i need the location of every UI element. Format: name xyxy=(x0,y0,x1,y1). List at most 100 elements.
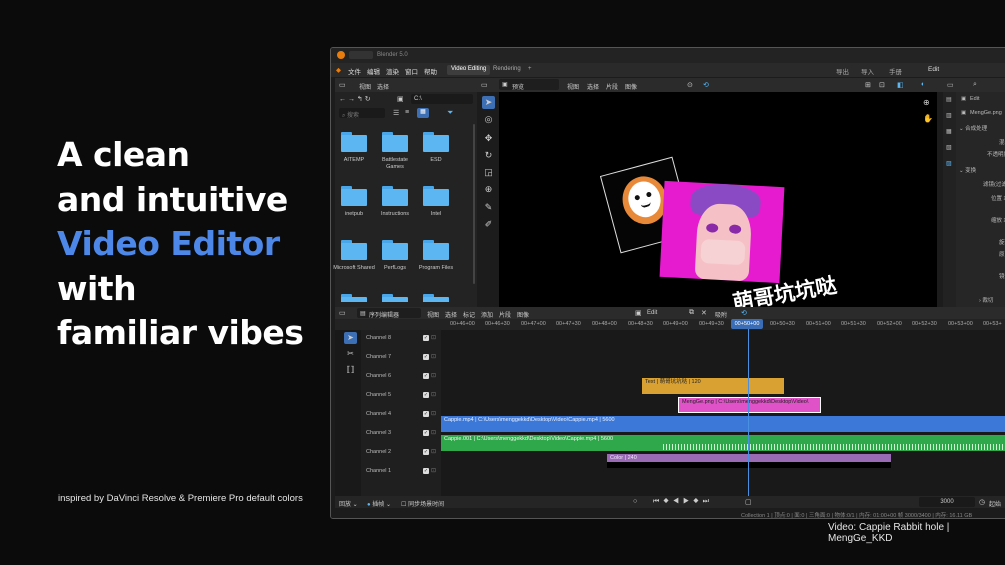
preview-menu-view[interactable]: 视图 xyxy=(567,82,579,91)
color-strip[interactable]: Color | 240 xyxy=(607,454,891,468)
playhead-line[interactable] xyxy=(748,324,749,496)
preview-canvas[interactable]: 萌哥坑坑哒 ⊕ ✋ ⌃ xyxy=(499,92,937,332)
slip-tool-icon[interactable]: ⟦⟧ xyxy=(344,364,357,376)
seq-select-tool-icon[interactable]: ➤ xyxy=(344,332,357,344)
blade-tool-icon[interactable]: ✂ xyxy=(344,348,357,360)
edit-mode-button[interactable]: Edit xyxy=(928,66,939,73)
jump-start-icon[interactable]: ⏮ xyxy=(653,498,660,505)
movie-strip[interactable]: Cappie.mp4 | C:\Users\menggekkd\Desktop\… xyxy=(441,416,1005,432)
image-strip[interactable]: MengGe.png | C:\Users\menggekkd\Desktop\… xyxy=(678,397,821,413)
move-tool-icon[interactable]: ✥ xyxy=(482,132,495,145)
frame-field[interactable]: 3000 xyxy=(919,497,975,507)
fb-menu-view[interactable]: 视图 xyxy=(359,82,371,91)
folder-icon[interactable] xyxy=(382,294,408,302)
fb-menu-select[interactable]: 选择 xyxy=(377,82,389,91)
compositing-section[interactable]: ⌄ 合成处理 xyxy=(959,124,987,132)
menu-render[interactable]: 渲染 xyxy=(386,66,399,76)
modifier-tab-icon[interactable]: ▦ xyxy=(946,128,952,135)
snap-icon[interactable]: ⟲ xyxy=(703,81,709,89)
lock-icon[interactable]: ⊡ xyxy=(431,429,436,436)
file-search-input[interactable]: ⌕ 搜索 xyxy=(339,108,385,119)
refresh-icon[interactable]: ↻ xyxy=(365,96,371,103)
list-view-icon[interactable]: ☰ xyxy=(393,109,399,117)
lock-icon[interactable]: ⊡ xyxy=(431,448,436,455)
lock-icon[interactable]: ⊡ xyxy=(431,391,436,398)
tool-tab-icon[interactable]: ▤ xyxy=(946,96,952,103)
mute-checkbox[interactable]: ✓ xyxy=(423,373,429,379)
file-browser-scrollbar[interactable] xyxy=(473,124,475,284)
scale-tool-icon[interactable]: ◲ xyxy=(482,166,495,179)
mute-checkbox[interactable]: ✓ xyxy=(423,354,429,360)
forward-arrow-icon[interactable]: → xyxy=(348,96,355,103)
folder-icon[interactable] xyxy=(341,294,367,302)
mute-checkbox[interactable]: ✓ xyxy=(423,430,429,436)
preview-menu-image[interactable]: 图像 xyxy=(625,82,637,91)
new-folder-icon[interactable]: ▣ xyxy=(397,95,404,103)
copy-icon[interactable]: ⧉ xyxy=(689,309,694,317)
seq-menu-add[interactable]: 添加 xyxy=(481,310,493,319)
export-button[interactable]: 导出 xyxy=(836,66,849,76)
delete-icon[interactable]: ✕ xyxy=(701,309,707,317)
mute-checkbox[interactable]: ✓ xyxy=(423,411,429,417)
preview-menu-strip[interactable]: 片段 xyxy=(606,82,618,91)
menu-edit[interactable]: 编辑 xyxy=(367,66,380,76)
tab-video-editing[interactable]: Video Editing xyxy=(447,65,491,75)
add-workspace-button[interactable]: + xyxy=(524,65,536,75)
mute-checkbox[interactable]: ✓ xyxy=(423,468,429,474)
lock-icon[interactable]: ⊡ xyxy=(431,334,436,341)
prev-keyframe-icon[interactable]: ◆ xyxy=(663,498,670,505)
seq-menu-marker[interactable]: 标记 xyxy=(463,310,475,319)
tab-rendering[interactable]: Rendering xyxy=(489,65,525,75)
menu-window[interactable]: 窗口 xyxy=(405,66,418,76)
menu-file[interactable]: 文件 xyxy=(348,66,361,76)
import-button[interactable]: 导入 xyxy=(861,66,874,76)
filter-icon[interactable]: ⏷ xyxy=(447,108,453,118)
play-icon[interactable]: ▶ xyxy=(683,498,690,505)
seq-menu-view[interactable]: 视图 xyxy=(427,310,439,319)
preview-menu-select[interactable]: 选择 xyxy=(587,82,599,91)
path-field[interactable]: C:\ xyxy=(411,94,473,104)
properties-search-icon[interactable]: ⌕ xyxy=(973,81,977,89)
pivot-icon[interactable]: ⊙ xyxy=(687,81,693,89)
current-time-label[interactable]: 00+50+00 xyxy=(731,319,763,329)
view-settings-icon[interactable]: ◐ xyxy=(921,81,925,88)
transform-section[interactable]: ⌄ 变换 xyxy=(959,166,976,174)
lock-icon[interactable]: ⊡ xyxy=(431,372,436,379)
play-reverse-icon[interactable]: ◀ xyxy=(673,498,680,505)
seq-menu-select[interactable]: 选择 xyxy=(445,310,457,319)
manual-button[interactable]: 手册 xyxy=(889,66,902,76)
gizmo-icon[interactable]: ⊞ xyxy=(865,81,871,89)
seq-menu-image[interactable]: 图像 xyxy=(517,310,529,319)
playback-menu[interactable]: 回放 ⌄ xyxy=(339,499,358,508)
transform-tool-icon[interactable]: ⊕ xyxy=(482,183,495,196)
editor-type-dropdown[interactable]: ▤ 序列编辑器 xyxy=(357,308,421,319)
timeline-editor-icon[interactable]: ▭ xyxy=(339,309,346,317)
zoom-icon[interactable]: ⊕ xyxy=(923,98,930,107)
data-tab-icon[interactable]: ▧ xyxy=(946,144,952,151)
timeline-ruler[interactable]: 00+46+00 00+46+30 00+47+00 00+47+30 00+4… xyxy=(441,319,1005,330)
text-strip[interactable]: Text | 萌哥坑坑哒 | 120 xyxy=(642,378,784,394)
sync-option[interactable]: ☐ 同步场景时间 xyxy=(401,499,444,508)
select-tool-icon[interactable]: ➤ xyxy=(482,96,495,109)
seq-snap-label[interactable]: 吸附 xyxy=(715,310,727,319)
blender-menu-icon[interactable]: ◆ xyxy=(336,66,341,74)
mute-checkbox[interactable]: ✓ xyxy=(423,335,429,341)
rotate-tool-icon[interactable]: ↻ xyxy=(482,149,495,162)
lock-icon[interactable]: ⊡ xyxy=(431,353,436,360)
folder-icon[interactable] xyxy=(423,294,449,302)
frame-view-icon[interactable]: ▢ xyxy=(745,498,752,506)
cursor-tool-icon[interactable]: ◎ xyxy=(482,113,495,126)
display-channels-icon[interactable]: ◧ xyxy=(897,81,904,89)
lock-icon[interactable]: ⊡ xyxy=(431,467,436,474)
overlay-icon[interactable]: ⊡ xyxy=(879,81,885,89)
strip-name-field[interactable]: MengGe.png xyxy=(970,110,1002,116)
crop-section[interactable]: › 裁切 xyxy=(979,296,993,304)
mute-checkbox[interactable]: ✓ xyxy=(423,449,429,455)
folder-editor-icon[interactable]: ▭ xyxy=(339,81,346,89)
next-keyframe-icon[interactable]: ◆ xyxy=(693,498,700,505)
start-frame-label[interactable]: 起始 xyxy=(989,499,1001,508)
anime-image[interactable] xyxy=(659,180,785,284)
sound-strip[interactable]: Cappie.001 | C:\Users\menggekkd\Desktop\… xyxy=(441,435,1005,451)
annotate-tool-icon[interactable]: ✐ xyxy=(482,218,495,231)
snap-toggle-icon[interactable]: ⟲ xyxy=(741,309,747,317)
